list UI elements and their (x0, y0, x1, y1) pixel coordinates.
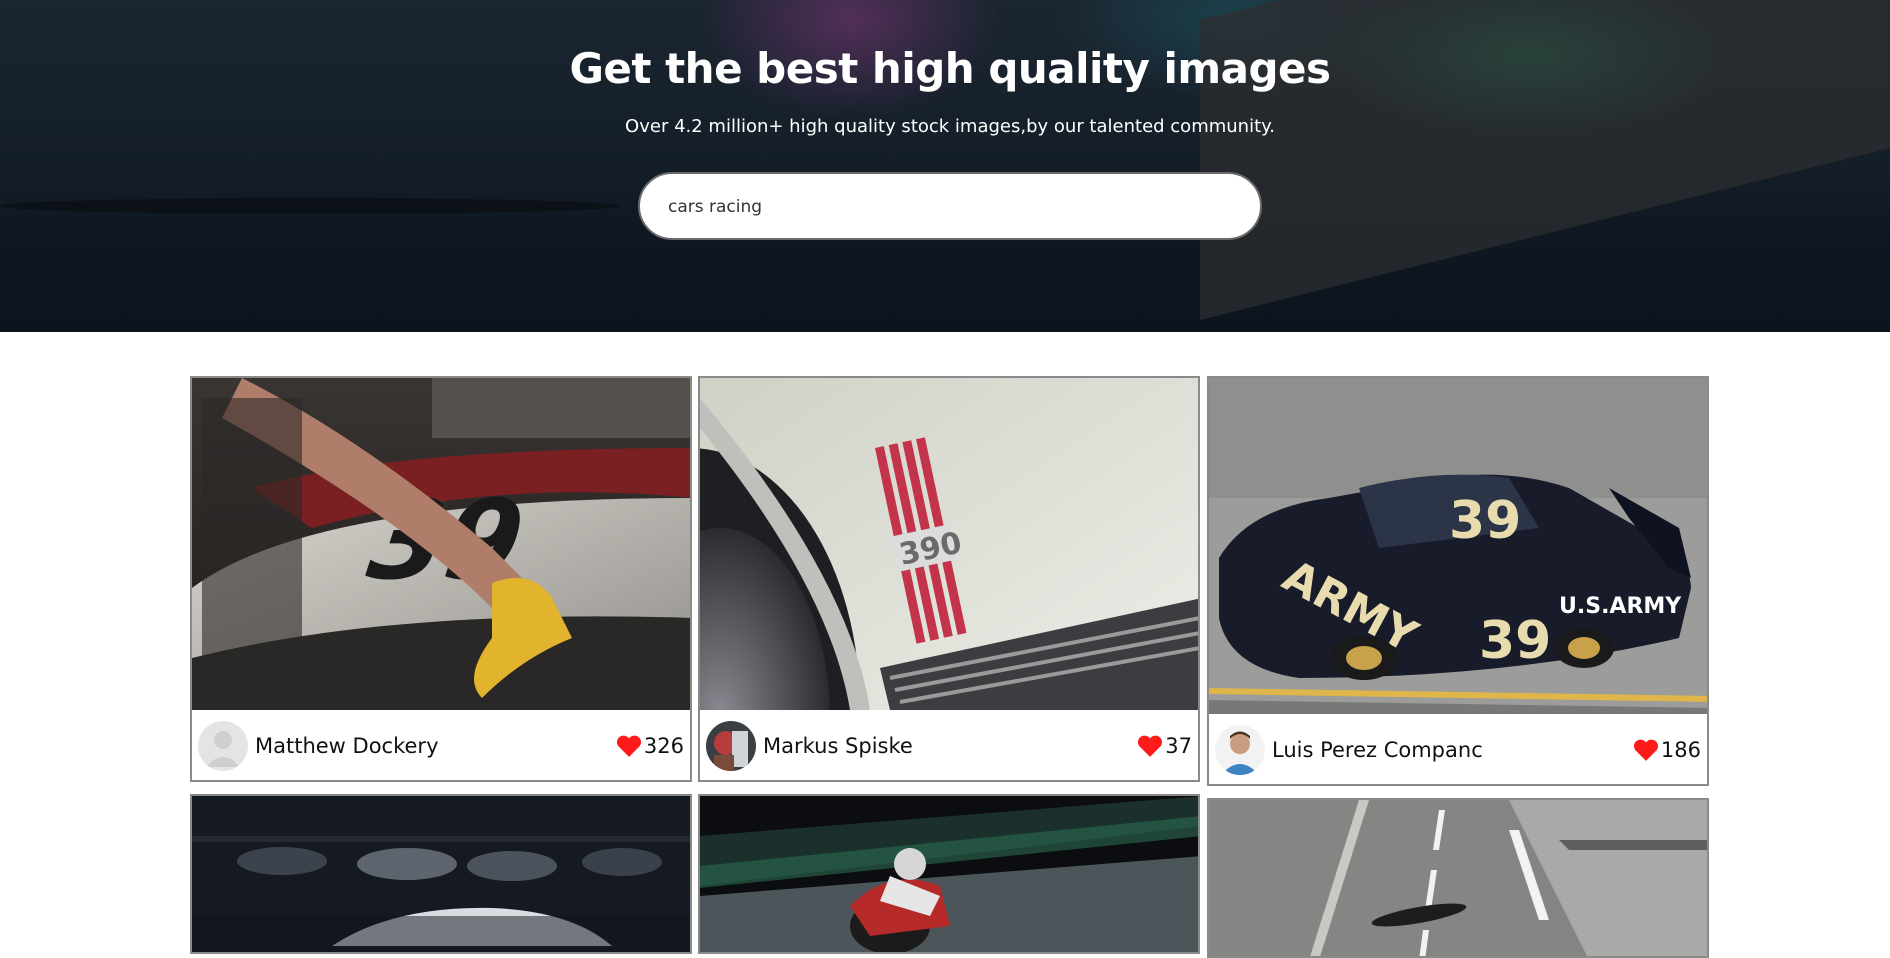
like-number: 186 (1660, 738, 1701, 762)
card-footer: Markus Spiske 37 (700, 710, 1198, 780)
like-count[interactable]: 37 (1137, 734, 1192, 758)
default-avatar-icon[interactable] (198, 721, 248, 771)
svg-text:39: 39 (1479, 611, 1551, 671)
like-number: 326 (643, 734, 684, 758)
hero-banner: Get the best high quality images Over 4.… (0, 0, 1890, 332)
heart-icon[interactable] (1137, 734, 1163, 758)
heart-icon[interactable] (1633, 738, 1659, 762)
search-bar[interactable] (638, 172, 1262, 240)
like-count[interactable]: 326 (616, 734, 684, 758)
card-footer: Luis Perez Companc 186 (1209, 714, 1707, 784)
image-card[interactable] (698, 794, 1200, 954)
author-name[interactable]: Matthew Dockery (255, 734, 439, 758)
image-card[interactable]: 39 Matthew Dockery 326 (190, 376, 692, 782)
car-emblem-photo: 390 (700, 378, 1198, 710)
author-name[interactable]: Markus Spiske (763, 734, 913, 758)
car-hood-photo: 39 (192, 378, 690, 710)
garage-cars-photo (192, 796, 690, 952)
image-card[interactable] (1207, 798, 1709, 958)
card-image[interactable]: 39 (192, 378, 690, 710)
author-name[interactable]: Luis Perez Companc (1272, 738, 1483, 762)
heart-icon[interactable] (616, 734, 642, 758)
hero-title: Get the best high quality images (569, 44, 1331, 93)
card-image[interactable] (700, 796, 1198, 952)
photo-avatar[interactable] (1215, 725, 1265, 775)
race-track-photo (1209, 800, 1707, 956)
image-card[interactable] (190, 794, 692, 954)
card-image[interactable]: 390 (700, 378, 1198, 710)
shore-silhouette (0, 198, 620, 214)
svg-text:39: 39 (1449, 491, 1521, 551)
search-input[interactable] (668, 192, 1228, 222)
card-image[interactable]: ARMY 39 39 U.S.ARMY (1209, 378, 1707, 714)
image-card[interactable]: 390 Markus Spiske 37 (698, 376, 1200, 782)
card-footer: Matthew Dockery 326 (192, 710, 690, 780)
image-card[interactable]: ARMY 39 39 U.S.ARMY Luis Perez Companc 1… (1207, 376, 1709, 786)
race-car-photo: ARMY 39 39 U.S.ARMY (1209, 378, 1707, 714)
like-number: 37 (1165, 734, 1192, 758)
card-image[interactable] (192, 796, 690, 952)
svg-text:U.S.ARMY: U.S.ARMY (1559, 594, 1682, 619)
motorcycle-photo (700, 796, 1198, 952)
like-count[interactable]: 186 (1633, 738, 1701, 762)
hero-subtitle: Over 4.2 million+ high quality stock ima… (625, 116, 1275, 137)
card-image[interactable] (1209, 800, 1707, 956)
photo-avatar[interactable] (706, 721, 756, 771)
